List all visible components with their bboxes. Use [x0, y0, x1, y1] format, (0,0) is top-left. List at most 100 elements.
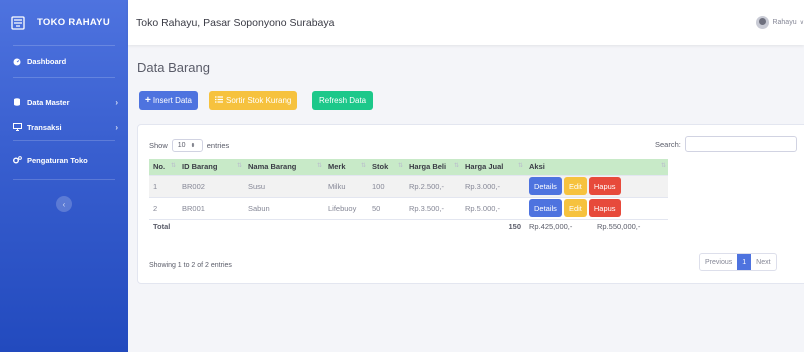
sidebar-item-label: Dashboard	[27, 57, 67, 66]
chevron-right-icon: ›	[115, 97, 118, 107]
user-menu[interactable]: Rahayu ∨	[756, 16, 804, 29]
total-spacer	[405, 218, 461, 234]
sidebar-item-dashboard[interactable]: Dashboard	[0, 46, 128, 77]
cell-no: 1	[149, 174, 178, 197]
sort-icon: ⇅	[397, 163, 403, 169]
pagination: Previous 1 Next	[699, 253, 777, 271]
sort-icon: ⇅	[660, 163, 666, 169]
brand[interactable]: TOKO RAHAYU	[0, 0, 128, 45]
desktop-icon	[13, 123, 23, 131]
sort-icon: ⇅	[517, 163, 523, 169]
col-label: Merk	[328, 162, 346, 172]
cell-aksi: Details Edit Hapus	[525, 174, 668, 197]
total-placeholder	[368, 218, 405, 234]
col-label: ID Barang	[182, 162, 218, 172]
col-header-stok[interactable]: Stok ⇅	[368, 159, 405, 175]
avatar	[756, 16, 770, 29]
database-icon	[13, 98, 23, 106]
sort-stock-label: Sortir Stok Kurang	[226, 96, 292, 105]
table-row: 1 BR002 Susu Milku 100 Rp.2.500,- Rp.3.0…	[149, 174, 668, 197]
total-label: Total	[149, 218, 368, 234]
chevron-down-icon: ∨	[799, 20, 804, 26]
brand-name: TOKO RAHAYU	[37, 17, 110, 28]
next-page-button[interactable]: Next	[751, 254, 775, 270]
show-label: Show	[149, 141, 168, 150]
sidebar-divider	[13, 179, 115, 180]
cell-nama-barang: Sabun	[244, 196, 324, 219]
gears-icon	[13, 156, 23, 164]
data-barang-table: No. ⇅ ID Barang ⇅ Nama Barang ⇅ Merk ⇅ Stok ⇅…	[149, 159, 668, 234]
col-header-no[interactable]: No. ⇅	[149, 159, 178, 175]
cell-merk: Milku	[324, 174, 368, 197]
details-button[interactable]: Details	[529, 199, 562, 217]
refresh-data-label: Refresh Data	[319, 96, 367, 105]
cell-harga-jual: Rp.3.000,-	[461, 174, 525, 197]
sort-icon: ⇅	[453, 163, 459, 169]
col-label: Aksi	[529, 162, 545, 172]
table-row: 2 BR001 Sabun Lifebuoy 50 Rp.3.500,- Rp.…	[149, 196, 668, 219]
col-header-aksi[interactable]: Aksi ⇅	[525, 159, 668, 175]
store-logo-icon	[11, 15, 25, 30]
cell-nama-barang: Susu	[244, 174, 324, 197]
select-arrows-icon: ⬍	[190, 142, 196, 149]
col-header-nama-barang[interactable]: Nama Barang ⇅	[244, 159, 324, 175]
cell-harga-beli: Rp.2.500,-	[405, 174, 461, 197]
entries-select[interactable]: 10 ⬍	[171, 139, 203, 152]
page-title: Data Barang	[137, 60, 210, 75]
col-label: Harga Beli	[409, 162, 447, 172]
sidebar: TOKO RAHAYU Dashboard Data Master › Tran…	[0, 0, 128, 352]
previous-page-button[interactable]: Previous	[700, 254, 737, 270]
sort-stock-button[interactable]: Sortir Stok Kurang	[209, 91, 298, 110]
entries-label: entries	[206, 141, 230, 150]
sidebar-item-label: Transaksi	[27, 122, 62, 132]
edit-button[interactable]: Edit	[563, 199, 587, 217]
entries-length-control: Show 10 ⬍ entries	[149, 139, 229, 152]
total-harga: Rp.425,000,- Rp.550,000,-	[525, 218, 668, 234]
page-1-button[interactable]: 1	[737, 254, 752, 270]
col-label: Nama Barang	[248, 162, 297, 172]
refresh-data-button[interactable]: Refresh Data	[312, 91, 374, 110]
insert-data-button[interactable]: + Insert Data	[139, 91, 198, 110]
dashboard-icon	[13, 58, 23, 66]
cell-harga-jual: Rp.5.000,-	[461, 196, 525, 219]
chevron-left-icon: ‹	[62, 199, 66, 209]
total-stok: 150	[461, 218, 525, 234]
table-header-row: No. ⇅ ID Barang ⇅ Nama Barang ⇅ Merk ⇅ Stok ⇅…	[149, 159, 668, 175]
sidebar-item-label: Pengaturan Toko	[27, 155, 88, 165]
sort-icon: ⇅	[170, 163, 176, 169]
col-label: Stok	[372, 162, 389, 172]
table-total-row: Total 150 Rp.425,000,- Rp.550,000,-	[149, 218, 668, 234]
edit-button[interactable]: Edit	[563, 177, 587, 195]
cell-stok: 50	[368, 196, 405, 219]
hapus-button[interactable]: Hapus	[588, 199, 621, 217]
cell-merk: Lifebuoy	[324, 196, 368, 219]
cell-id-barang: BR001	[178, 196, 244, 219]
col-header-merk[interactable]: Merk ⇅	[324, 159, 368, 175]
search-label: Search:	[655, 139, 681, 149]
table-search: Search:	[655, 136, 797, 152]
cell-no: 2	[149, 196, 178, 219]
store-title: Toko Rahayu, Pasar Soponyono Surabaya	[136, 16, 335, 29]
list-icon	[215, 96, 223, 105]
entries-value: 10	[177, 142, 186, 149]
col-label: Harga Jual	[465, 162, 504, 172]
cell-id-barang: BR002	[178, 174, 244, 197]
table-info: Showing 1 to 2 of 2 entries	[149, 262, 232, 269]
sort-icon: ⇅	[236, 163, 242, 169]
search-input[interactable]	[684, 136, 797, 152]
total-harga-jual: Rp.550,000,-	[597, 222, 641, 232]
cell-aksi: Details Edit Hapus	[525, 196, 668, 219]
sidebar-item-pengaturan-toko[interactable]: Pengaturan Toko	[0, 141, 128, 179]
sidebar-item-data-master[interactable]: Data Master ›	[0, 90, 128, 114]
cell-stok: 100	[368, 174, 405, 197]
details-button[interactable]: Details	[529, 177, 562, 195]
sort-icon: ⇅	[316, 163, 322, 169]
col-header-id-barang[interactable]: ID Barang ⇅	[178, 159, 244, 175]
plus-icon: +	[145, 95, 151, 106]
col-header-harga-beli[interactable]: Harga Beli ⇅	[405, 159, 461, 175]
col-header-harga-jual[interactable]: Harga Jual ⇅	[461, 159, 525, 175]
insert-data-label: Insert Data	[152, 96, 192, 105]
hapus-button[interactable]: Hapus	[588, 177, 621, 195]
sidebar-item-transaksi[interactable]: Transaksi ›	[0, 114, 128, 140]
sidebar-toggle-button[interactable]: ‹	[56, 196, 72, 212]
